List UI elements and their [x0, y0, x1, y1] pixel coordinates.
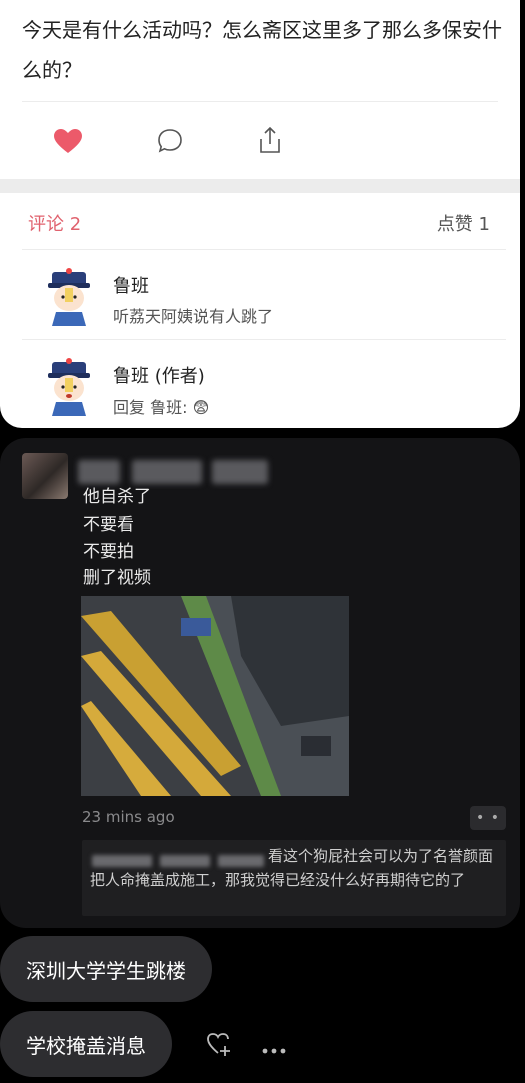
- comment-count: 评论 2: [28, 214, 82, 235]
- sender-name-redacted: [78, 460, 120, 484]
- comment-author: 鲁班 (作者): [113, 366, 205, 387]
- divider: [22, 339, 506, 340]
- message-line: 删了视频: [83, 568, 151, 588]
- message-line: 不要拍: [83, 542, 134, 562]
- like-count: 点赞 1: [436, 214, 490, 235]
- heart-plus-icon: [207, 1033, 230, 1056]
- more-icon: [262, 1048, 286, 1054]
- sender-name-redacted: [132, 460, 202, 484]
- comment-icon: [158, 129, 182, 153]
- comment-button[interactable]: [152, 124, 188, 158]
- divider: [22, 249, 506, 250]
- sender-avatar: [22, 453, 68, 499]
- message-line: 不要看: [83, 515, 134, 535]
- quoted-text: 看这个狗屁社会可以为了名誉颜面把人命掩盖成施工，那我觉得已经没什么好再期待它的了: [90, 847, 494, 889]
- tag-pill[interactable]: 深圳大学学生跳楼: [0, 936, 212, 1002]
- divider: [22, 101, 498, 102]
- share-icon: [260, 126, 280, 153]
- avatar: [48, 268, 90, 326]
- share-button[interactable]: [252, 122, 288, 158]
- heart-icon: [54, 128, 82, 153]
- comment-author: 鲁班: [113, 276, 149, 297]
- message-line: 他自杀了: [83, 487, 151, 507]
- comment-text: 听荔天阿姨说有人跳了: [113, 307, 274, 326]
- post-text: 今天是有什么活动吗？怎么斋区这里多了那么多保安什么的？: [22, 18, 502, 82]
- section-gap: [0, 179, 520, 193]
- sender-name-redacted: [212, 460, 268, 484]
- attached-photo[interactable]: [81, 596, 349, 796]
- post-card: 今天是有什么活动吗？怎么斋区这里多了那么多保安什么的？ 评论 2 点赞 1 鲁班…: [0, 0, 520, 428]
- add-like-button[interactable]: [206, 1031, 234, 1061]
- comment-text: 回复 鲁班: 😨: [113, 398, 210, 417]
- avatar: [48, 358, 90, 416]
- tag-pill[interactable]: 学校掩盖消息: [0, 1011, 172, 1077]
- message-options-button[interactable]: • •: [470, 806, 506, 830]
- more-button[interactable]: [262, 1040, 286, 1059]
- photo-image: [81, 596, 349, 796]
- message-time: 23 mins ago: [82, 808, 175, 826]
- like-button[interactable]: [50, 124, 86, 158]
